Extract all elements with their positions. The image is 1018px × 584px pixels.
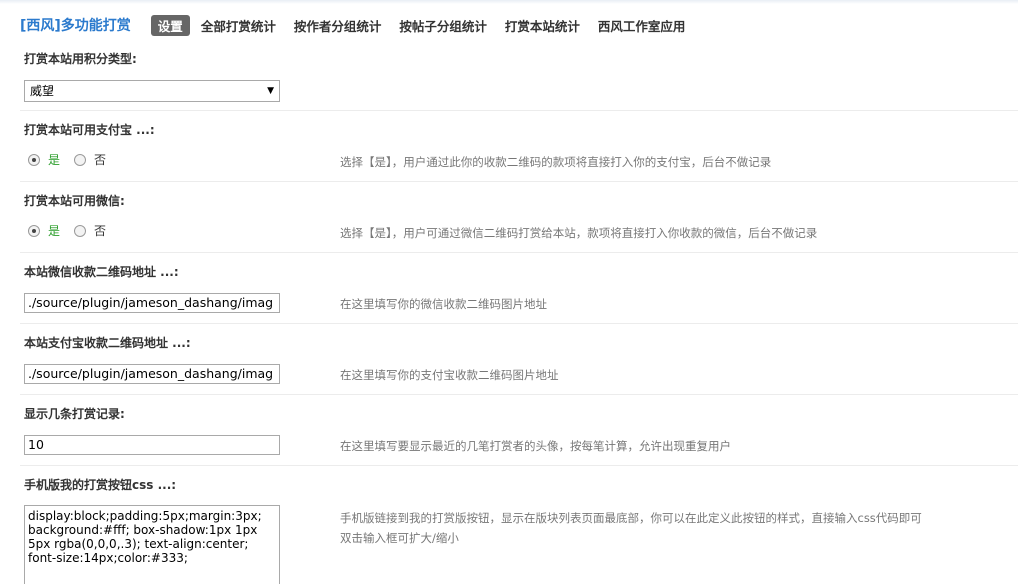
tab-all-stats[interactable]: 全部打赏统计 (201, 15, 276, 36)
divider (20, 252, 1018, 253)
wechat-yes-label[interactable]: 是 (48, 222, 60, 239)
wechat-enable-radios: 是 否 (28, 222, 120, 239)
alipay-enable-radios: 是 否 (28, 151, 120, 168)
credit-type-selected: 威望 (30, 84, 55, 98)
top-border (0, 0, 1018, 4)
tab-settings[interactable]: 设置 (150, 14, 190, 36)
alipay-qr-input[interactable]: ./source/plugin/jameson_dashang/imag (24, 364, 280, 384)
alipay-enable-title: 打赏本站可用支付宝 ...: (24, 123, 155, 137)
alipay-yes-radio[interactable] (28, 153, 40, 166)
plugin-nav: 设置 全部打赏统计 按作者分组统计 按帖子分组统计 打赏本站统计 西风工作室应用 (150, 14, 704, 36)
wechat-no-label[interactable]: 否 (94, 222, 106, 239)
wechat-enable-tip: 选择【是】，用户可通过微信二维码打赏给本站，款项将直接打入你收款的微信，后台不做… (340, 226, 818, 240)
wechat-no-radio[interactable] (74, 224, 87, 237)
dropdown-arrow-icon: ▼ (267, 86, 274, 96)
wechat-qr-title: 本站微信收款二维码地址 ...: (24, 265, 179, 279)
divider (20, 465, 1018, 466)
plugin-header: [西风]多功能打赏 设置 全部打赏统计 按作者分组统计 按帖子分组统计 打赏本站… (20, 14, 703, 36)
divider (20, 181, 1018, 182)
wechat-yes-radio[interactable] (28, 224, 40, 237)
plugin-title: [西风]多功能打赏 (20, 18, 131, 34)
alipay-qr-title: 本站支付宝收款二维码地址 ...: (24, 336, 191, 350)
mobile-css-tip2: 双击输入框可扩大/缩小 (340, 531, 459, 545)
alipay-no-label[interactable]: 否 (94, 151, 106, 168)
alipay-qr-tip: 在这里填写你的支付宝收款二维码图片地址 (340, 368, 559, 382)
wechat-qr-tip: 在这里填写你的微信收款二维码图片地址 (340, 297, 547, 311)
tab-author-stats[interactable]: 按作者分组统计 (294, 15, 382, 36)
tab-site-stats[interactable]: 打赏本站统计 (505, 15, 580, 36)
alipay-no-radio[interactable] (74, 153, 87, 166)
mobile-css-textarea[interactable]: display:block;padding:5px;margin:3px; ba… (24, 505, 280, 584)
record-count-tip: 在这里填写要显示最近的几笔打赏者的头像，按每笔计算，允许出现重复用户 (340, 439, 731, 453)
wechat-enable-title: 打赏本站可用微信: (24, 194, 125, 208)
credit-type-select[interactable]: 威望 ▼ (24, 80, 280, 102)
mobile-css-tip: 手机版链接到我的打赏版按钮，显示在版块列表页面最底部，你可以在此定义此按钮的样式… (340, 511, 922, 525)
alipay-yes-label[interactable]: 是 (48, 151, 60, 168)
mobile-css-title: 手机版我的打赏按钮css ...: (24, 478, 177, 492)
divider (20, 394, 1018, 395)
alipay-enable-tip: 选择【是】，用户通过此你的收款二维码的款项将直接打入你的支付宝，后台不做记录 (340, 155, 772, 169)
credit-type-title: 打赏本站用积分类型: (24, 52, 137, 66)
wechat-qr-input[interactable]: ./source/plugin/jameson_dashang/imag (24, 293, 280, 313)
tab-thread-stats[interactable]: 按帖子分组统计 (399, 15, 487, 36)
divider (20, 323, 1018, 324)
divider (20, 110, 1018, 111)
record-count-input[interactable]: 10 (24, 435, 280, 455)
record-count-title: 显示几条打赏记录: (24, 407, 125, 421)
tab-studio-apps[interactable]: 西风工作室应用 (598, 15, 686, 36)
